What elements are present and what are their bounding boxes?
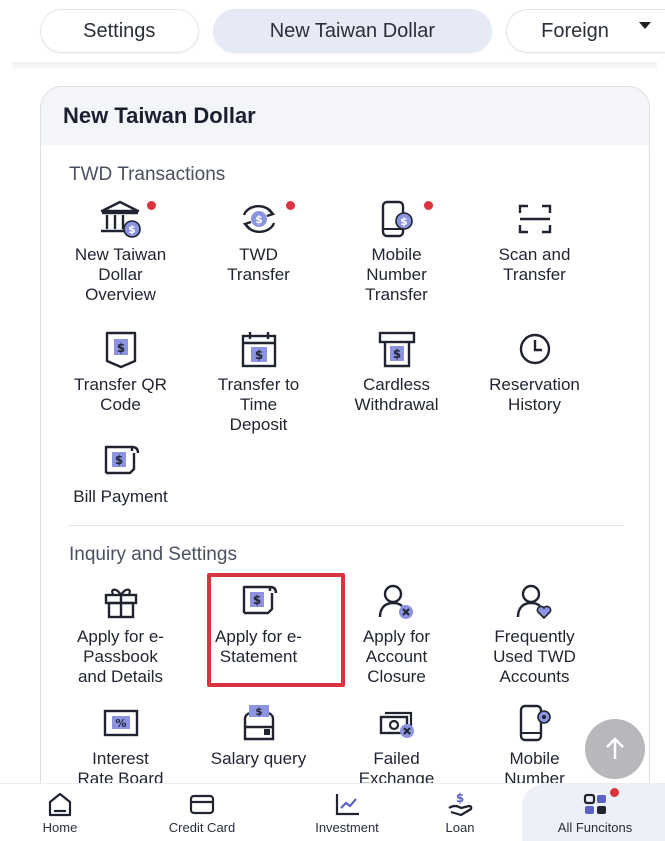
nav-label: Credit Card	[168, 820, 236, 835]
item-apply-e-passbook[interactable]: Apply for e- Passbook and Details	[53, 581, 188, 687]
tab-new-taiwan-dollar[interactable]: New Taiwan Dollar	[212, 9, 493, 53]
svg-text:$: $	[255, 213, 263, 226]
clock-icon	[519, 333, 550, 365]
svg-text:%: %	[115, 717, 126, 730]
tab-ntd-label: New Taiwan Dollar	[269, 19, 435, 42]
item-label: Mobile Number Transfer	[365, 245, 428, 304]
credit-card-icon	[189, 794, 215, 815]
highlight-box	[207, 573, 345, 687]
svg-text:$: $	[255, 707, 262, 718]
item-label: New Taiwan Dollar Overview	[74, 245, 167, 304]
home-icon	[48, 792, 72, 817]
header-shadow	[12, 62, 657, 70]
loan-icon: $	[448, 791, 473, 817]
svg-text:$: $	[400, 215, 408, 228]
tab-settings[interactable]: Settings	[40, 9, 199, 53]
item-label: Salary query	[210, 749, 307, 768]
qr-code-icon: $	[105, 331, 136, 369]
investment-icon	[335, 794, 359, 816]
nav-all-functions[interactable]: All Funcitons	[536, 784, 654, 841]
nav-label: Investment	[315, 820, 379, 835]
nav-label: Loan	[445, 820, 475, 835]
svg-text:$: $	[116, 341, 124, 355]
percent-board-icon: %	[103, 709, 138, 737]
gift-icon	[104, 588, 137, 619]
item-mobile-number[interactable]: Mobile Number	[467, 703, 602, 789]
svg-text:$: $	[128, 223, 136, 236]
tab-foreign-label: Foreign	[541, 19, 609, 42]
section-title-inquiry-and-settings: Inquiry and Settings	[69, 544, 237, 565]
item-failed-exchange[interactable]: Failed Exchange	[329, 703, 464, 789]
section-divider	[69, 525, 624, 526]
item-scan-and-transfer[interactable]: Scan and Transfer	[467, 199, 602, 285]
item-frequently-used-accounts[interactable]: Frequently Used TWD Accounts	[467, 581, 602, 687]
item-label: Apply for Account Closure	[362, 627, 431, 686]
ntd-functions-card: New Taiwan Dollar TWD Transactions $ New…	[40, 86, 650, 806]
badge-dot	[286, 201, 295, 210]
card-title: New Taiwan Dollar	[41, 87, 649, 145]
nav-home[interactable]: Home	[20, 784, 100, 841]
transfer-icon: $	[242, 205, 275, 233]
bill-icon: $	[104, 445, 139, 475]
mobile-settings-icon	[519, 704, 551, 742]
item-cardless-withdrawal[interactable]: $ Cardless Withdrawal	[329, 329, 464, 415]
calendar-deposit-icon: $	[241, 332, 276, 368]
nav-credit-card[interactable]: Credit Card	[147, 784, 257, 841]
user-heart-icon	[516, 584, 551, 620]
item-interest-rate-board[interactable]: % Interest Rate Board	[53, 703, 188, 789]
item-ntd-overview[interactable]: $ New Taiwan Dollar Overview	[53, 199, 188, 305]
scan-icon	[518, 204, 551, 234]
svg-text:$: $	[114, 453, 122, 467]
item-label: Bill Payment	[73, 487, 168, 506]
item-salary-query[interactable]: $ Salary query	[191, 703, 326, 769]
tabs-fade	[629, 14, 665, 50]
bottom-navigation: Home Credit Card Investment $ Loan All F…	[0, 783, 665, 841]
item-bill-payment[interactable]: $ Bill Payment	[53, 441, 188, 507]
chevron-down-icon[interactable]	[639, 22, 651, 29]
item-transfer-to-time-deposit[interactable]: $ Transfer to Time Deposit	[191, 329, 326, 435]
item-transfer-qr-code[interactable]: $ Transfer QR Code	[53, 329, 188, 415]
user-close-icon	[378, 584, 413, 619]
badge-dot	[147, 201, 156, 210]
scroll-to-top-button[interactable]	[585, 719, 645, 779]
svg-text:$: $	[392, 347, 400, 361]
bank-icon: $	[100, 200, 141, 238]
item-twd-transfer[interactable]: $ TWD Transfer	[191, 199, 326, 285]
item-label: Transfer QR Code	[74, 375, 167, 414]
item-label: Cardless Withdrawal	[354, 375, 439, 414]
category-tabs: Settings New Taiwan Dollar Foreign	[0, 0, 665, 62]
item-label: Reservation History	[489, 375, 580, 414]
item-label: Transfer to Time Deposit	[217, 375, 300, 434]
nav-investment[interactable]: Investment	[292, 784, 402, 841]
item-reservation-history[interactable]: Reservation History	[467, 329, 602, 415]
item-label: Apply for e- Passbook and Details	[77, 627, 164, 686]
mobile-transfer-icon: $	[381, 200, 413, 238]
item-label: Scan and Transfer	[498, 245, 571, 284]
item-apply-account-closure[interactable]: Apply for Account Closure	[329, 581, 464, 687]
atm-icon: $	[378, 331, 415, 368]
salary-icon: $	[243, 705, 274, 741]
item-label: TWD Transfer	[227, 245, 290, 284]
nav-label: Home	[42, 820, 78, 835]
svg-text:$: $	[254, 348, 262, 362]
item-label: Frequently Used TWD Accounts	[493, 627, 576, 686]
tab-settings-label: Settings	[83, 19, 156, 42]
all-functions-icon	[583, 793, 606, 814]
nav-label: All Funcitons	[557, 820, 633, 835]
arrow-up-icon	[606, 737, 624, 759]
section-title-twd-transactions: TWD Transactions	[69, 164, 226, 185]
nav-loan[interactable]: $ Loan	[420, 784, 500, 841]
item-mobile-number-transfer[interactable]: $ Mobile Number Transfer	[329, 199, 464, 305]
failed-exchange-icon	[379, 711, 414, 738]
badge-dot	[424, 201, 433, 210]
badge-dot	[610, 788, 619, 797]
svg-text:$: $	[456, 791, 464, 805]
